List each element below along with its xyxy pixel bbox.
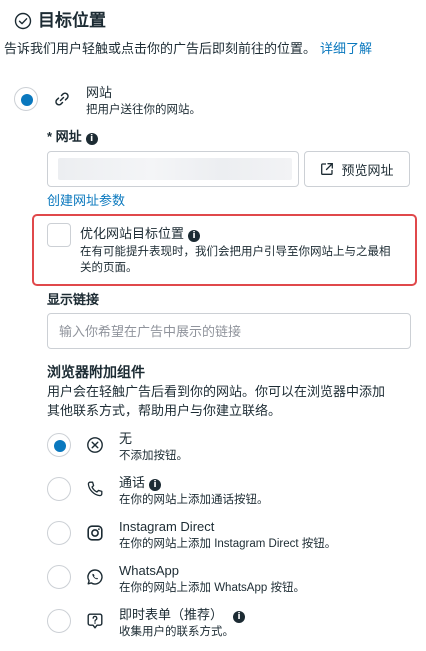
browser-addons-description-line2: 其他联系方式，帮助用户与你建立联络。	[47, 403, 282, 418]
addon-instant-form-subtitle: 收集用户的联系方式。	[119, 626, 234, 638]
addon-instagram-title: Instagram Direct	[119, 519, 215, 534]
optimize-description-line1: 在有可能提升表现时，我们会把用户引导至你网站上与之最相	[80, 246, 391, 258]
browser-addons-description-line1: 用户会在轻触广告后看到你的网站。你可以在浏览器中添加	[47, 384, 386, 399]
url-value-redacted	[58, 158, 292, 180]
addon-instagram-subtitle: 在你的网站上添加 Instagram Direct 按钮。	[119, 538, 337, 550]
display-link-label: 显示链接	[47, 292, 100, 307]
url-label-text: * 网址	[47, 129, 82, 144]
addon-call-radio[interactable]	[47, 477, 71, 501]
info-icon[interactable]: i	[233, 611, 246, 623]
optimize-title-text: 优化网站目标位置	[80, 226, 185, 241]
description-text: 告诉我们用户轻触或点击你的广告后即刻前往的位置。	[4, 41, 317, 56]
addon-whatsapp-radio[interactable]	[47, 565, 71, 589]
addon-none-radio[interactable]	[47, 433, 71, 457]
info-icon[interactable]: i	[188, 230, 201, 242]
external-link-icon	[321, 163, 334, 175]
url-input[interactable]	[47, 151, 299, 187]
info-icon[interactable]: i	[149, 479, 162, 491]
addon-none-subtitle: 不添加按钮。	[119, 450, 188, 462]
link-icon	[51, 88, 73, 110]
addon-instant-form-title: 即时表单（推荐） i	[119, 607, 246, 623]
display-link-input[interactable]: 输入你希望在广告中展示的链接	[47, 313, 411, 349]
addon-call-title-text: 通话	[119, 475, 146, 490]
optimize-checkbox[interactable]	[47, 223, 71, 247]
website-radio[interactable]	[14, 87, 38, 111]
form-question-icon	[84, 610, 106, 632]
addon-call-title: 通话 i	[119, 475, 162, 491]
addon-instant-form-radio[interactable]	[47, 609, 71, 633]
section-description: 告诉我们用户轻触或点击你的广告后即刻前往的位置。 详细了解	[4, 40, 372, 58]
website-option-subtitle: 把用户送往你的网站。	[86, 104, 201, 116]
section-title: 目标位置	[38, 11, 106, 30]
close-circle-icon	[84, 434, 106, 456]
optimize-title: 优化网站目标位置 i	[80, 226, 201, 242]
addon-instagram-radio[interactable]	[47, 521, 71, 545]
preview-url-button[interactable]: 预览网址	[304, 151, 410, 187]
display-link-placeholder: 输入你希望在广告中展示的链接	[59, 324, 242, 339]
browser-addons-title: 浏览器附加组件	[47, 364, 145, 380]
addon-whatsapp-title: WhatsApp	[119, 563, 179, 578]
learn-more-link[interactable]: 详细了解	[320, 41, 372, 56]
website-option-title: 网站	[86, 85, 113, 100]
addon-instant-form-title-text: 即时表单（推荐）	[119, 607, 224, 622]
addon-whatsapp-subtitle: 在你的网站上添加 WhatsApp 按钮。	[119, 582, 305, 594]
optimize-description-line2: 关的页面。	[80, 262, 138, 274]
phone-icon	[84, 478, 106, 500]
instagram-icon	[84, 522, 106, 544]
addon-call-subtitle: 在你的网站上添加通话按钮。	[119, 494, 269, 506]
check-circle-icon	[14, 12, 32, 30]
info-icon[interactable]: i	[85, 133, 98, 145]
url-label: * 网址 i	[47, 129, 98, 145]
preview-url-label: 预览网址	[341, 162, 394, 178]
build-url-params-link[interactable]: 创建网址参数	[47, 193, 125, 209]
addon-none-title: 无	[119, 431, 133, 446]
whatsapp-icon	[84, 566, 106, 588]
